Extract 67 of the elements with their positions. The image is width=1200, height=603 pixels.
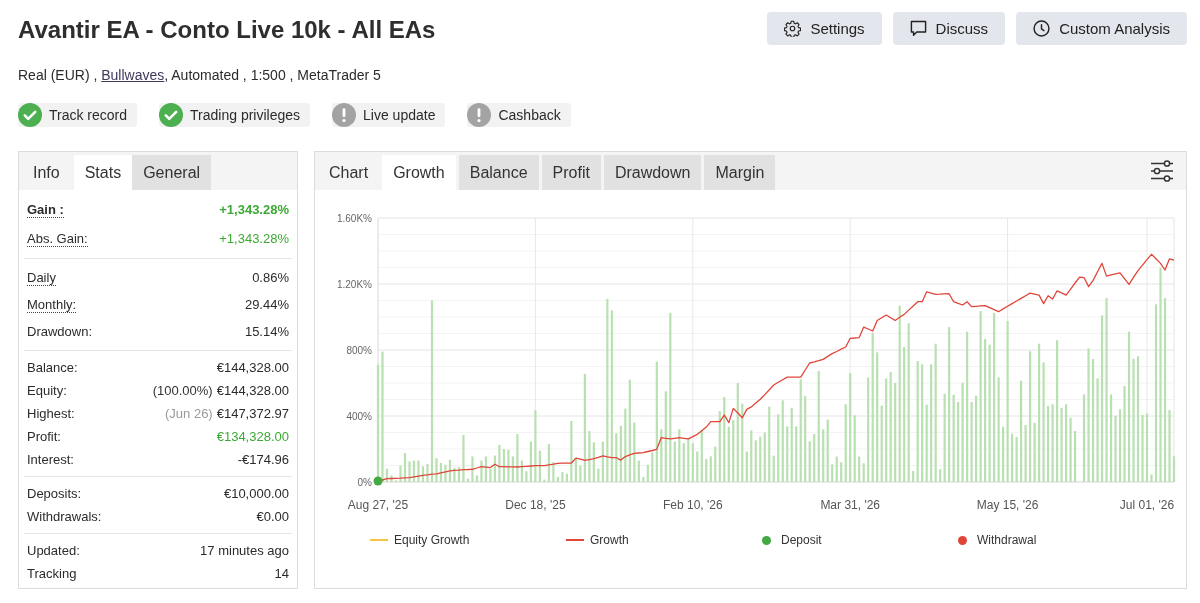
stat-label: Abs. Gain: <box>27 230 88 247</box>
stat-value: €10,000.00 <box>223 486 289 501</box>
stat-note: (Jun 26) <box>165 406 213 421</box>
speech-bubble-icon <box>909 20 927 37</box>
stat-label: Updated: <box>27 543 80 558</box>
legend-label[interactable]: Equity Growth <box>394 533 470 547</box>
stat-value: 17 minutes ago <box>200 543 289 558</box>
stat-label: Balance: <box>27 360 78 375</box>
x-axis-label: Dec 18, '25 <box>505 498 566 512</box>
custom-analysis-button[interactable]: Custom Analysis <box>1016 12 1187 45</box>
account-summary: Real (EUR) , Bullwaves, Automated , 1:500 , MetaTrader 5 <box>18 66 381 85</box>
stat-value: 14 <box>274 566 289 581</box>
chart-tab[interactable]: Margin <box>704 155 776 190</box>
badge-label: Live update <box>363 107 436 123</box>
x-axis-label: Mar 31, '26 <box>820 498 881 512</box>
chart-tab[interactable]: Profit <box>541 155 601 190</box>
legend-label[interactable]: Growth <box>590 533 629 547</box>
stat-value: €0.00 <box>256 509 289 524</box>
badge-label: Track record <box>49 107 128 123</box>
stat-label: Drawdown: <box>27 324 93 339</box>
stat-value: 29.44% <box>244 297 289 312</box>
discuss-button[interactable]: Discuss <box>892 12 1006 45</box>
settings-button[interactable]: Settings <box>767 12 882 45</box>
badge-label: Trading privileges <box>190 107 301 123</box>
stat-value: €144,328.00 <box>216 360 289 375</box>
y-axis-label: 1.60K% <box>336 212 372 224</box>
stat-label: Equity: <box>27 383 67 398</box>
badge-label: Cashback <box>498 107 561 123</box>
stat-label: Profit: <box>27 429 61 444</box>
stat-value: +1,343.28% <box>219 231 289 246</box>
stat-note: (100.00%) <box>152 383 213 398</box>
sliders-icon[interactable] <box>1150 159 1174 183</box>
stat-label: Daily <box>27 269 56 286</box>
stat-label: Deposits: <box>27 486 82 501</box>
stat-label: Interest: <box>27 452 74 467</box>
stat-value: €147,372.97 <box>216 406 289 421</box>
stat-label: Gain : <box>27 201 64 218</box>
y-axis-label: 0% <box>357 476 372 488</box>
legend-label[interactable]: Deposit <box>781 533 822 547</box>
panel-tab[interactable]: Stats <box>73 155 133 190</box>
stat-label: Tracking <box>27 566 77 581</box>
panel-tab[interactable]: General <box>132 155 212 190</box>
x-axis-label: May 15, '26 <box>976 498 1039 512</box>
stat-value: 0.86% <box>252 270 289 285</box>
stat-label: Monthly: <box>27 296 77 313</box>
y-axis-label: 800% <box>346 344 372 356</box>
legend-label[interactable]: Withdrawal <box>977 533 1037 547</box>
clock-icon <box>1033 20 1051 37</box>
stat-value: €144,328.00 <box>216 383 289 398</box>
panel-heading: Info <box>32 163 61 183</box>
chart-tab[interactable]: Drawdown <box>603 155 702 190</box>
x-axis-label: Feb 10, '26 <box>662 498 723 512</box>
stat-value: €134,328.00 <box>216 429 289 444</box>
stat-label: Withdrawals: <box>27 509 102 524</box>
stat-value: 15.14% <box>244 324 289 339</box>
stat-value: -€174.96 <box>237 452 289 467</box>
chart-tab[interactable]: Growth <box>382 155 456 190</box>
y-axis-label: 1.20K% <box>336 278 372 290</box>
panel-heading: Chart <box>328 163 370 183</box>
stat-value: +1,343.28% <box>219 202 289 217</box>
x-axis-label: Jul 01, '26 <box>1119 498 1175 512</box>
y-axis-label: 400% <box>346 410 372 422</box>
chart-tab[interactable]: Balance <box>458 155 539 190</box>
page-title: Avantir EA - Conto Live 10k - All EAs <box>18 15 436 45</box>
stat-label: Highest: <box>27 406 75 421</box>
x-axis-label: Aug 27, '25 <box>347 498 409 512</box>
settings-icon <box>784 20 802 37</box>
